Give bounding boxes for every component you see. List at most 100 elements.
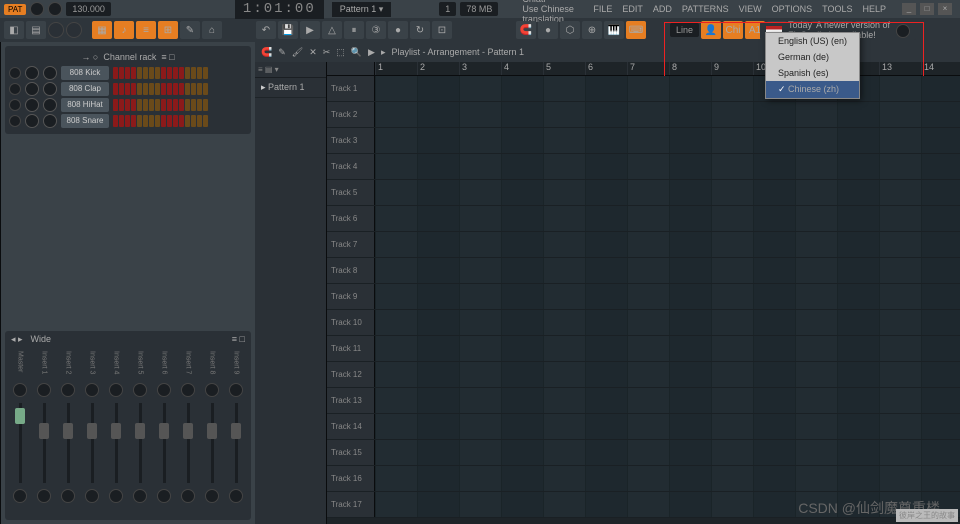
typing-kb-button[interactable]: ⌨ xyxy=(626,21,646,39)
track-lane[interactable] xyxy=(375,232,960,257)
menu-view[interactable]: VIEW xyxy=(735,4,766,14)
track-header[interactable]: Track 14 xyxy=(327,414,375,439)
mixer-channel[interactable]: Insert 2 xyxy=(57,351,79,516)
midi-button[interactable]: 🎹 xyxy=(604,21,624,39)
mixer-fader[interactable] xyxy=(187,403,190,483)
mixer-channel[interactable]: Insert 3 xyxy=(81,351,103,516)
pattern-item[interactable]: ▸ Pattern 1 xyxy=(255,78,326,98)
mixer-pan-knob[interactable] xyxy=(85,383,99,397)
snap-button[interactable]: 🧲 xyxy=(516,21,536,39)
mixer-pan-knob[interactable] xyxy=(133,383,147,397)
mixer-fader[interactable] xyxy=(235,403,238,483)
globe-icon[interactable] xyxy=(896,24,910,38)
tool-btn[interactable]: ⬡ xyxy=(560,21,580,39)
tool-btn[interactable]: ⊕ xyxy=(582,21,602,39)
mixer-fader[interactable] xyxy=(43,403,46,483)
mixer-pan-knob[interactable] xyxy=(181,383,195,397)
track-header[interactable]: Track 15 xyxy=(327,440,375,465)
track-lane[interactable] xyxy=(375,180,960,205)
track-lane[interactable] xyxy=(375,102,960,127)
mixer-channel[interactable]: Insert 4 xyxy=(105,351,127,516)
wait-button[interactable]: ⏸ xyxy=(344,21,364,39)
lang-german[interactable]: German (de) xyxy=(766,49,859,65)
mixer-pan-knob[interactable] xyxy=(229,383,243,397)
channel-vol-knob[interactable] xyxy=(43,66,57,80)
channel-row[interactable]: 808 Kick xyxy=(9,66,247,80)
track-lane[interactable] xyxy=(375,466,960,491)
menu-options[interactable]: OPTIONS xyxy=(768,4,817,14)
magnet-icon[interactable]: 🧲 xyxy=(261,47,272,58)
track-header[interactable]: Track 5 xyxy=(327,180,375,205)
track-lane[interactable] xyxy=(375,440,960,465)
channel-button[interactable]: 808 HiHat xyxy=(61,98,109,112)
pat-mode-button[interactable]: PAT xyxy=(4,4,26,15)
mixer-pan-knob[interactable] xyxy=(61,383,75,397)
track-header[interactable]: Track 10 xyxy=(327,310,375,335)
paint-tool-icon[interactable]: 🖌 xyxy=(292,47,303,58)
mixer-send-knob[interactable] xyxy=(229,489,243,503)
track-header[interactable]: Track 4 xyxy=(327,154,375,179)
save-button[interactable]: 💾 xyxy=(278,21,298,39)
track-lane[interactable] xyxy=(375,206,960,231)
maximize-button[interactable]: □ xyxy=(920,3,934,15)
channel-led[interactable] xyxy=(9,83,21,95)
step-sequencer[interactable] xyxy=(113,99,208,111)
tool-btn[interactable]: ▤ xyxy=(26,21,46,39)
minimize-button[interactable]: _ xyxy=(902,3,916,15)
tool-btn[interactable]: ✎ xyxy=(180,21,200,39)
mixer-fader[interactable] xyxy=(67,403,70,483)
snap-select[interactable]: Line xyxy=(670,23,699,37)
track-header[interactable]: Track 16 xyxy=(327,466,375,491)
view-mixer-button[interactable]: ⊞ xyxy=(158,21,178,39)
lang-chinese[interactable]: ✓ Chinese (zh) xyxy=(766,81,859,98)
mixer-send-knob[interactable] xyxy=(181,489,195,503)
channel-led[interactable] xyxy=(9,99,21,111)
mixer-fader[interactable] xyxy=(163,403,166,483)
channel-row[interactable]: 808 Clap xyxy=(9,82,247,96)
mixer-channel[interactable]: Insert 7 xyxy=(177,351,199,516)
mixer-send-knob[interactable] xyxy=(109,489,123,503)
track-lane[interactable] xyxy=(375,284,960,309)
step-button[interactable]: ⊡ xyxy=(432,21,452,39)
record-button[interactable]: ● xyxy=(538,21,558,39)
user-button[interactable]: 👤 xyxy=(701,21,721,39)
channel-pan-knob[interactable] xyxy=(25,82,39,96)
mixer-pan-knob[interactable] xyxy=(157,383,171,397)
channel-led[interactable] xyxy=(9,67,21,79)
view-channel-button[interactable]: ≡ xyxy=(136,21,156,39)
channel-vol-knob[interactable] xyxy=(43,114,57,128)
lang-spanish[interactable]: Spanish (es) xyxy=(766,65,859,81)
close-button[interactable]: × xyxy=(938,3,952,15)
volume-knob[interactable] xyxy=(48,22,64,38)
step-sequencer[interactable] xyxy=(113,115,208,127)
render-button[interactable]: ▶ xyxy=(300,21,320,39)
step-sequencer[interactable] xyxy=(113,67,208,79)
menu-patterns[interactable]: PATTERNS xyxy=(678,4,733,14)
track-lane[interactable] xyxy=(375,310,960,335)
mixer-pan-knob[interactable] xyxy=(205,383,219,397)
mixer-send-knob[interactable] xyxy=(157,489,171,503)
chi-button[interactable]: Chi xyxy=(723,21,743,39)
step-sequencer[interactable] xyxy=(113,83,208,95)
round-btn-2[interactable] xyxy=(48,2,62,16)
track-lane[interactable] xyxy=(375,76,960,101)
mixer-fader[interactable] xyxy=(139,403,142,483)
pattern-selector[interactable]: Pattern 1 ▾ xyxy=(332,2,392,17)
track-lane[interactable] xyxy=(375,154,960,179)
tool-btn[interactable]: ⌂ xyxy=(202,21,222,39)
timeline-ruler[interactable]: 1234567891011121314151617 xyxy=(327,62,960,76)
track-lane[interactable] xyxy=(375,388,960,413)
track-lane[interactable] xyxy=(375,258,960,283)
mixer-pan-knob[interactable] xyxy=(109,383,123,397)
track-header[interactable]: Track 7 xyxy=(327,232,375,257)
track-header[interactable]: Track 3 xyxy=(327,128,375,153)
delete-tool-icon[interactable]: ✕ xyxy=(309,47,317,58)
channel-row[interactable]: 808 Snare xyxy=(9,114,247,128)
track-header[interactable]: Track 12 xyxy=(327,362,375,387)
pitch-knob[interactable] xyxy=(66,22,82,38)
mixer-channel[interactable]: Insert 8 xyxy=(201,351,223,516)
channel-vol-knob[interactable] xyxy=(43,98,57,112)
mixer-fader[interactable] xyxy=(211,403,214,483)
mixer-channel[interactable]: Insert 1 xyxy=(33,351,55,516)
mixer-pan-knob[interactable] xyxy=(13,383,27,397)
